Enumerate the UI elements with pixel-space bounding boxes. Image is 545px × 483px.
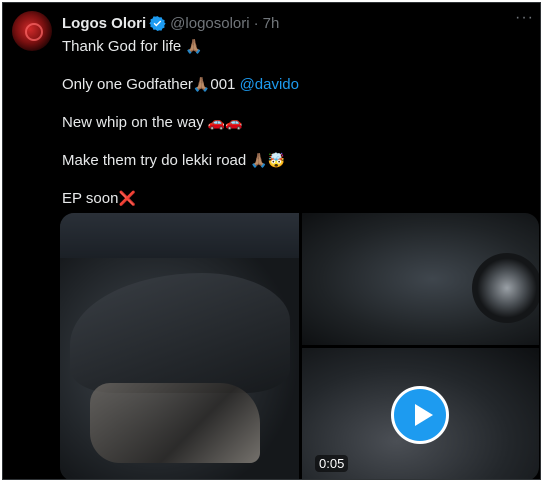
folded-hands-emoji: 🙏🏽 xyxy=(192,77,211,93)
media-image-1[interactable] xyxy=(60,213,299,479)
video-duration: 0:05 xyxy=(315,455,349,472)
verified-badge-icon[interactable] xyxy=(149,15,166,32)
line-text: Only one Godfather xyxy=(62,76,193,93)
separator-dot: · xyxy=(253,14,259,32)
more-options-icon[interactable]: ··· xyxy=(515,9,534,27)
mention-link[interactable]: @davido xyxy=(240,76,299,93)
avatar[interactable] xyxy=(12,11,52,51)
photo-wheel xyxy=(472,253,539,323)
photo-background xyxy=(60,213,299,258)
tweet-timestamp[interactable]: 7h xyxy=(263,15,280,32)
tweet-header: Logos Olori @logosolori · 7h xyxy=(62,13,279,33)
hands-mindblown-emoji: 🙏🏽🤯 xyxy=(250,153,286,169)
tweet-line-2: Only one Godfather🙏🏽001 @davido xyxy=(62,75,522,95)
folded-hands-emoji: 🙏🏽 xyxy=(185,39,203,55)
tweet-card[interactable]: Logos Olori @logosolori · 7h ··· Thank G… xyxy=(2,2,541,480)
media-grid: 0:05 xyxy=(60,213,539,479)
tweet-line-3: New whip on the way 🚗🚗 xyxy=(62,113,522,133)
car-emoji: 🚗🚗 xyxy=(207,115,243,131)
media-video[interactable]: 0:05 xyxy=(302,348,539,479)
tweet-line-1: Thank God for life 🙏🏽 xyxy=(62,37,522,57)
play-icon[interactable] xyxy=(391,386,449,444)
line-text: EP soon xyxy=(62,190,119,207)
author-name[interactable]: Logos Olori xyxy=(62,15,146,32)
tweet-text: Thank God for life 🙏🏽 Only one Godfather… xyxy=(62,37,522,227)
line-text: New whip on the way xyxy=(62,114,208,131)
author-handle[interactable]: @logosolori xyxy=(170,15,249,32)
line-number: 001 xyxy=(210,76,240,93)
cross-mark-emoji: ❌ xyxy=(118,191,136,207)
line-text: Thank God for life xyxy=(62,38,186,55)
line-text: Make them try do lekki road xyxy=(62,152,251,169)
tweet-line-5: EP soon❌ xyxy=(62,189,522,209)
photo-debris xyxy=(90,383,260,463)
media-image-2[interactable] xyxy=(302,213,539,345)
tweet-line-4: Make them try do lekki road 🙏🏽🤯 xyxy=(62,151,522,171)
photo-car-hood xyxy=(70,273,290,393)
